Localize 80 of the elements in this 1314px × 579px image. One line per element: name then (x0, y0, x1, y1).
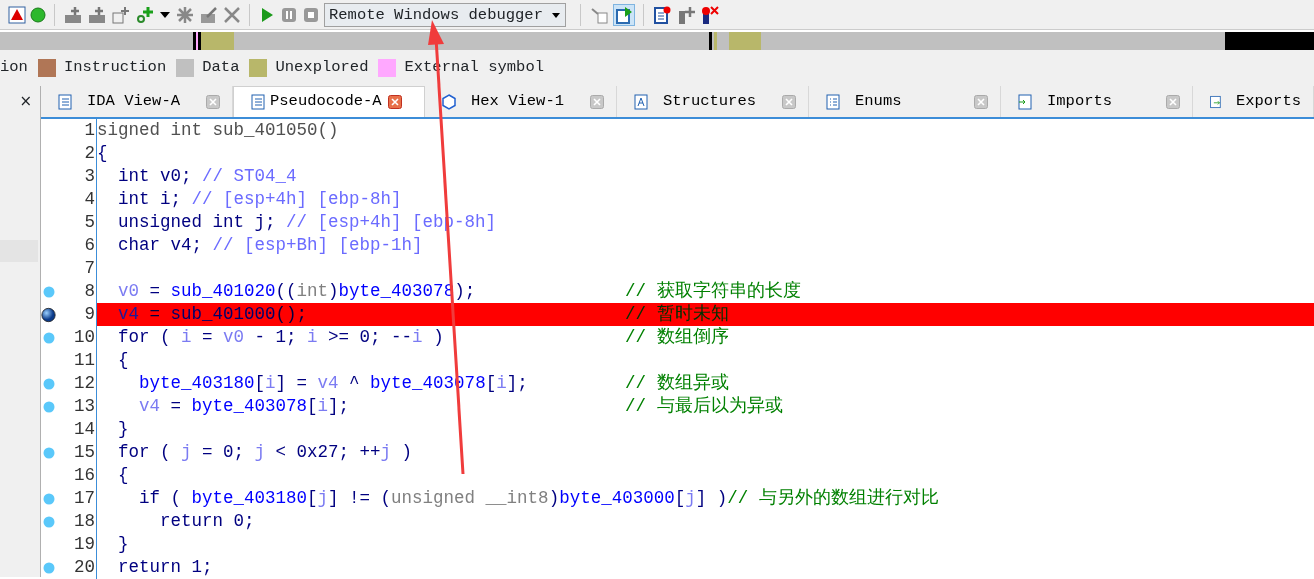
code-comment: // 数组倒序 (625, 327, 729, 347)
legend-label: Unexplored (275, 57, 369, 79)
document-icon (1209, 93, 1222, 110)
line-number: 13 (73, 395, 96, 418)
code-line: for ( j = 0; j < 0x27; ++j ) (117, 441, 414, 464)
breakpoint-icon[interactable] (42, 377, 55, 390)
line-number: 8 (83, 280, 96, 303)
line-number: 9 (83, 303, 96, 326)
code-line: char v4; // [esp+Bh] [ebp-1h] (117, 234, 424, 257)
code-comment: // 暂时未知 (625, 304, 729, 324)
tab[interactable]: Pseudocode-A (233, 86, 425, 117)
line-number: 2 (83, 142, 96, 165)
line-number: 15 (73, 441, 96, 464)
breakpoint-icon[interactable] (42, 515, 55, 528)
code-line: for ( i = v0 - 1; i >= 0; --i ) (117, 326, 445, 349)
code-line: return 1; (117, 556, 214, 579)
document-icon (57, 93, 73, 110)
line-number: 19 (73, 533, 96, 556)
status-icon[interactable] (30, 6, 46, 23)
line-number: 12 (73, 372, 96, 395)
edit-icon[interactable] (199, 4, 219, 25)
breakpoint-icon[interactable] (42, 400, 55, 413)
document-icon (633, 93, 649, 110)
document-icon (1017, 93, 1033, 110)
code-comment: // 数组异或 (625, 373, 729, 393)
code-line: } (117, 533, 130, 556)
close-icon[interactable] (223, 5, 241, 24)
warning-icon[interactable] (8, 5, 26, 24)
code-line: return 0; (159, 510, 256, 533)
document-icon (250, 94, 266, 110)
breakpoint-icon[interactable] (42, 285, 55, 298)
line-number: 10 (73, 326, 96, 349)
line-number: 4 (83, 188, 96, 211)
code-comment: // 与最后以为异或 (625, 396, 783, 416)
legend-label: ion (0, 57, 28, 79)
hexagon-icon (441, 93, 457, 110)
breakpoint-icon[interactable] (42, 492, 55, 505)
line-number: 5 (83, 211, 96, 234)
legend-label: Data (202, 57, 240, 79)
breakpoint-icon[interactable] (42, 561, 55, 574)
breakpoint-icon[interactable] (42, 331, 55, 344)
breakpoint-list-icon[interactable] (652, 4, 672, 25)
line-number: 14 (73, 418, 96, 441)
code-line: v4 = sub_401000(); (117, 303, 309, 326)
code-line: { (117, 349, 130, 372)
line-number: 7 (83, 257, 96, 280)
line-number: 16 (73, 464, 96, 487)
add-code-icon[interactable] (63, 4, 83, 25)
list-icon (825, 93, 841, 110)
run-to-icon[interactable] (614, 4, 634, 25)
breakpoint-icon[interactable] (42, 446, 55, 459)
line-number: 1 (83, 119, 96, 142)
close-icon[interactable] (387, 95, 402, 109)
add-breakpoint-icon[interactable] (676, 4, 696, 25)
add-string-icon[interactable] (135, 4, 155, 25)
code-line: { (117, 464, 130, 487)
legend-label: Instruction (63, 57, 167, 79)
pause-icon[interactable] (280, 5, 298, 24)
line-number: 20 (73, 556, 96, 579)
code-line: signed int sub_401050() (97, 119, 340, 142)
code-line: int i; // [esp+4h] [ebp-8h] (117, 188, 403, 211)
code-line: if ( byte_403180[j] != (unsigned __int8)byte_403000[j] )// 与另外的数组进行对比 (138, 487, 939, 510)
close-icon[interactable]: × (19, 90, 32, 113)
code-line: v4 = byte_403078[i]; (138, 395, 351, 418)
line-number: 6 (83, 234, 96, 257)
debugger-dropdown[interactable]: Remote Windows debugger (324, 2, 566, 27)
line-number: 18 (73, 510, 96, 533)
current-breakpoint-icon[interactable] (41, 305, 56, 324)
stop-icon[interactable] (302, 5, 320, 24)
code-line: { (97, 142, 109, 165)
code-line: int v0; // ST04_4 (117, 165, 298, 188)
add-data-icon[interactable] (87, 4, 107, 25)
delete-breakpoint-icon[interactable] (700, 4, 720, 25)
line-number: 11 (73, 349, 96, 372)
line-number: 3 (83, 165, 96, 188)
line-number: 17 (73, 487, 96, 510)
code-line: } (117, 418, 130, 441)
caret-icon (551, 10, 561, 19)
code-comment: // 获取字符串的长度 (625, 281, 801, 301)
add-text-icon[interactable] (111, 4, 131, 25)
